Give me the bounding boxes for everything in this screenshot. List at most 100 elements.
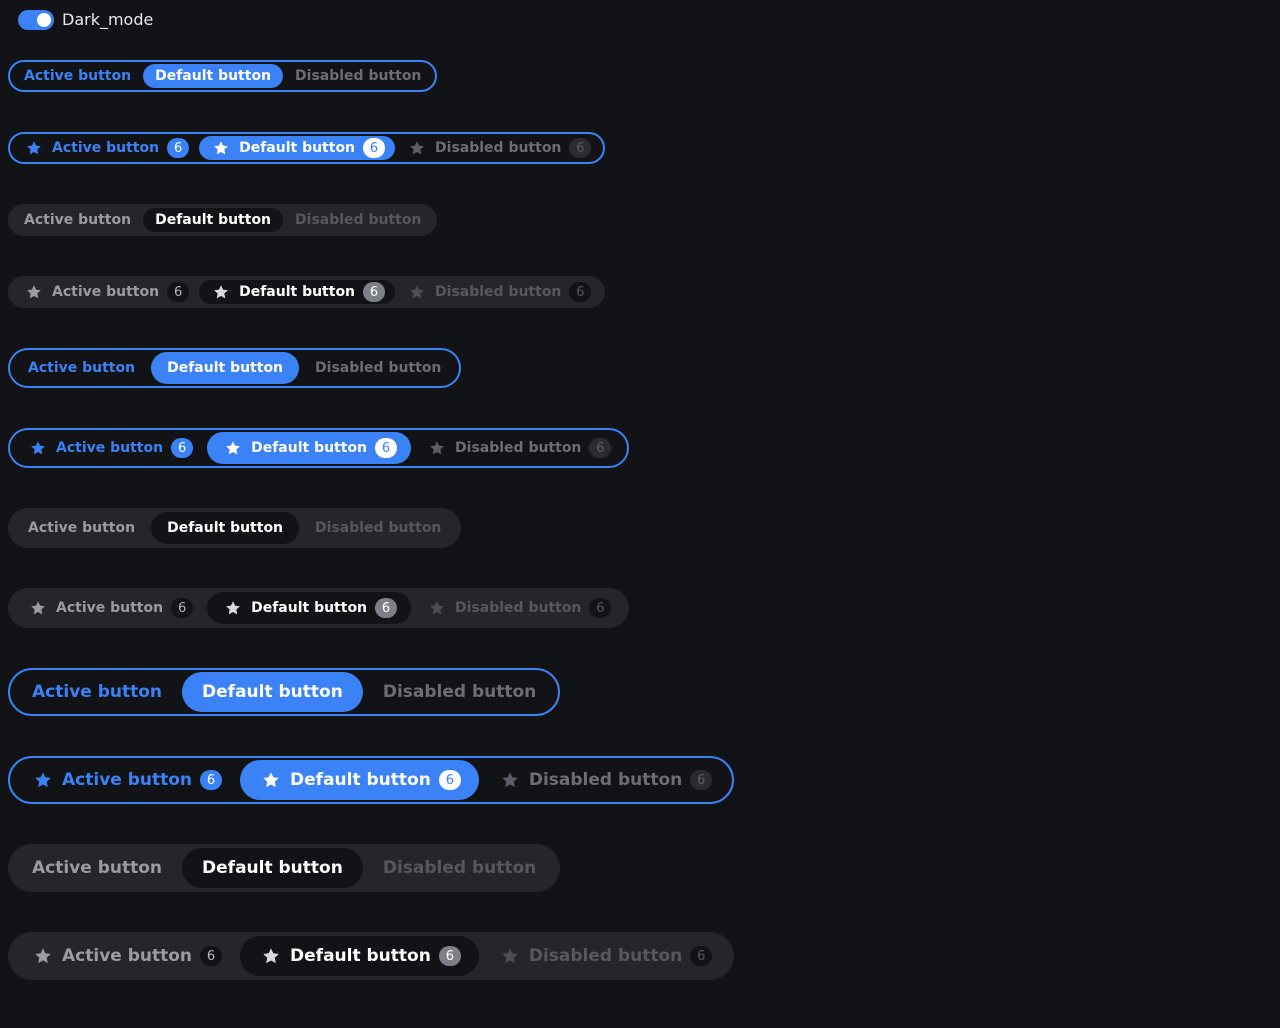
default-button[interactable]: Default button xyxy=(151,352,300,384)
button-label: Default button xyxy=(155,68,272,84)
segmented-group-large-outline-icons: Active button 6 Default button 6 Disable… xyxy=(8,756,735,804)
star-icon xyxy=(31,601,45,615)
count-badge: 6 xyxy=(375,598,398,618)
count-badge: 6 xyxy=(363,282,386,302)
star-icon xyxy=(214,285,228,299)
disabled-button: Disabled button xyxy=(283,208,433,232)
count-badge: 6 xyxy=(375,438,398,458)
disabled-button: Disabled button xyxy=(363,672,556,712)
disabled-button: Disabled button 6 xyxy=(411,592,625,624)
segmented-group-small-outline-icons: Active button 6 Default button 6 Disable… xyxy=(8,132,606,164)
star-icon xyxy=(263,948,279,964)
default-button[interactable]: Default button xyxy=(143,64,284,88)
button-label: Active button xyxy=(28,520,136,536)
button-label: Disabled button xyxy=(435,284,562,300)
star-icon xyxy=(214,141,228,155)
button-label: Default button xyxy=(202,682,343,702)
star-icon xyxy=(502,948,518,964)
button-label: Disabled button xyxy=(435,140,562,156)
active-button[interactable]: Active button xyxy=(12,64,143,88)
star-icon xyxy=(31,441,45,455)
default-button[interactable]: Default button xyxy=(182,848,363,888)
segmented-group-medium-outline: Active button Default button Disabled bu… xyxy=(8,348,462,388)
count-badge: 6 xyxy=(690,946,713,966)
button-label: Active button xyxy=(24,68,132,84)
count-badge: 6 xyxy=(569,138,592,158)
default-button[interactable]: Default button 6 xyxy=(207,432,412,464)
button-label: Active button xyxy=(52,140,160,156)
button-label: Disabled button xyxy=(528,770,683,790)
button-label: Disabled button xyxy=(315,360,442,376)
default-button[interactable]: Default button xyxy=(143,208,284,232)
star-icon xyxy=(35,948,51,964)
button-label: Active button xyxy=(32,682,163,702)
star-icon xyxy=(226,441,240,455)
active-button[interactable]: Active button xyxy=(12,352,151,384)
button-label: Active button xyxy=(52,284,160,300)
count-badge: 6 xyxy=(171,438,194,458)
count-badge: 6 xyxy=(589,598,612,618)
star-icon xyxy=(27,141,41,155)
button-label: Default button xyxy=(239,140,356,156)
active-button[interactable]: Active button xyxy=(12,208,143,232)
button-label: Active button xyxy=(32,858,163,878)
count-badge: 6 xyxy=(690,770,713,790)
segmented-group-large-filled-icons: Active button 6 Default button 6 Disable… xyxy=(8,932,735,980)
button-label: Default button xyxy=(167,360,284,376)
disabled-button: Disabled button 6 xyxy=(395,136,601,160)
count-badge: 6 xyxy=(438,770,461,790)
dark-mode-toggle-row: Dark_mode xyxy=(18,10,153,30)
active-button[interactable]: Active button 6 xyxy=(12,136,199,160)
active-button[interactable]: Active button xyxy=(12,512,151,544)
button-label: Disabled button xyxy=(455,600,582,616)
star-icon xyxy=(502,772,518,788)
default-button[interactable]: Default button 6 xyxy=(207,592,412,624)
button-label: Default button xyxy=(202,858,343,878)
dark-mode-label: Dark_mode xyxy=(62,10,154,29)
segmented-group-medium-filled: Active button Default button Disabled bu… xyxy=(8,508,462,548)
active-button[interactable]: Active button 6 xyxy=(12,432,207,464)
active-button[interactable]: Active button xyxy=(12,848,182,888)
default-button[interactable]: Default button xyxy=(151,512,300,544)
dark-mode-toggle[interactable] xyxy=(18,10,54,30)
button-label: Default button xyxy=(239,284,356,300)
button-label: Disabled button xyxy=(295,68,422,84)
button-label: Disabled button xyxy=(382,858,537,878)
active-button[interactable]: Active button 6 xyxy=(12,592,207,624)
active-button[interactable]: Active button 6 xyxy=(12,760,240,800)
default-button[interactable]: Default button xyxy=(182,672,363,712)
button-label: Active button xyxy=(62,770,193,790)
segmented-group-small-filled: Active button Default button Disabled bu… xyxy=(8,204,438,236)
disabled-button: Disabled button 6 xyxy=(411,432,625,464)
button-label: Active button xyxy=(62,946,193,966)
disabled-button: Disabled button xyxy=(363,848,556,888)
star-icon xyxy=(430,601,444,615)
segmented-group-small-outline: Active button Default button Disabled bu… xyxy=(8,60,438,92)
button-label: Active button xyxy=(56,440,164,456)
default-button[interactable]: Default button 6 xyxy=(199,136,396,160)
disabled-button: Disabled button xyxy=(299,352,457,384)
active-button[interactable]: Active button 6 xyxy=(12,280,199,304)
button-label: Default button xyxy=(290,946,431,966)
button-label: Active button xyxy=(28,360,136,376)
count-badge: 6 xyxy=(171,598,194,618)
default-button[interactable]: Default button 6 xyxy=(199,280,396,304)
button-label: Default button xyxy=(290,770,431,790)
toggle-knob xyxy=(37,13,51,27)
active-button[interactable]: Active button 6 xyxy=(12,936,240,976)
star-icon xyxy=(226,601,240,615)
count-badge: 6 xyxy=(569,282,592,302)
button-label: Disabled button xyxy=(455,440,582,456)
count-badge: 6 xyxy=(167,138,190,158)
segmented-group-medium-outline-icons: Active button 6 Default button 6 Disable… xyxy=(8,428,630,468)
button-label: Disabled button xyxy=(382,682,537,702)
count-badge: 6 xyxy=(200,946,223,966)
button-label: Active button xyxy=(56,600,164,616)
segmented-group-small-filled-icons: Active button 6 Default button 6 Disable… xyxy=(8,276,606,308)
star-icon xyxy=(27,285,41,299)
default-button[interactable]: Default button 6 xyxy=(240,936,479,976)
star-icon xyxy=(35,772,51,788)
count-badge: 6 xyxy=(167,282,190,302)
active-button[interactable]: Active button xyxy=(12,672,182,712)
default-button[interactable]: Default button 6 xyxy=(240,760,479,800)
